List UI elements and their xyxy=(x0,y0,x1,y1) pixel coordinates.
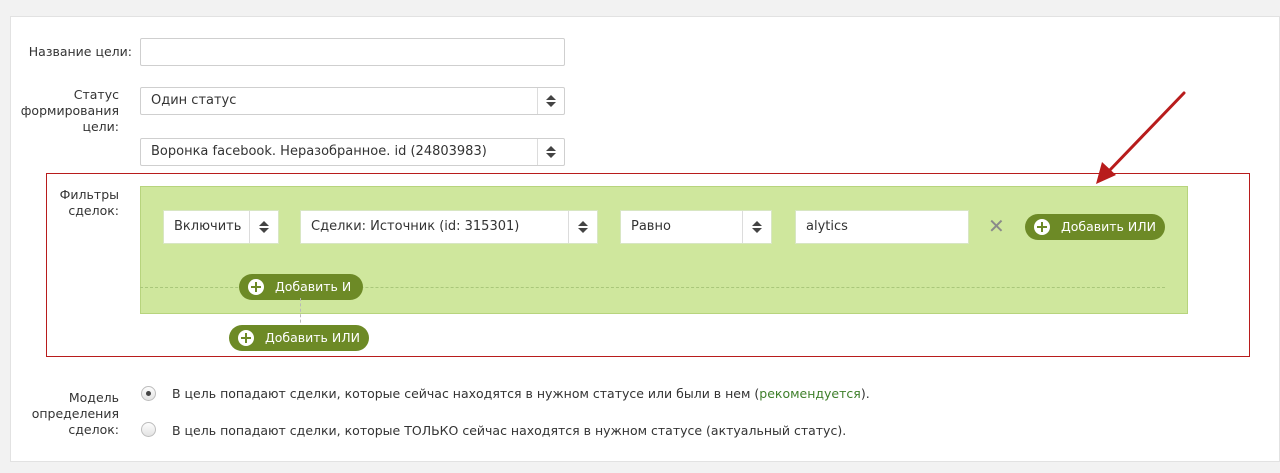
annotation-arrow-icon xyxy=(1096,91,1186,184)
